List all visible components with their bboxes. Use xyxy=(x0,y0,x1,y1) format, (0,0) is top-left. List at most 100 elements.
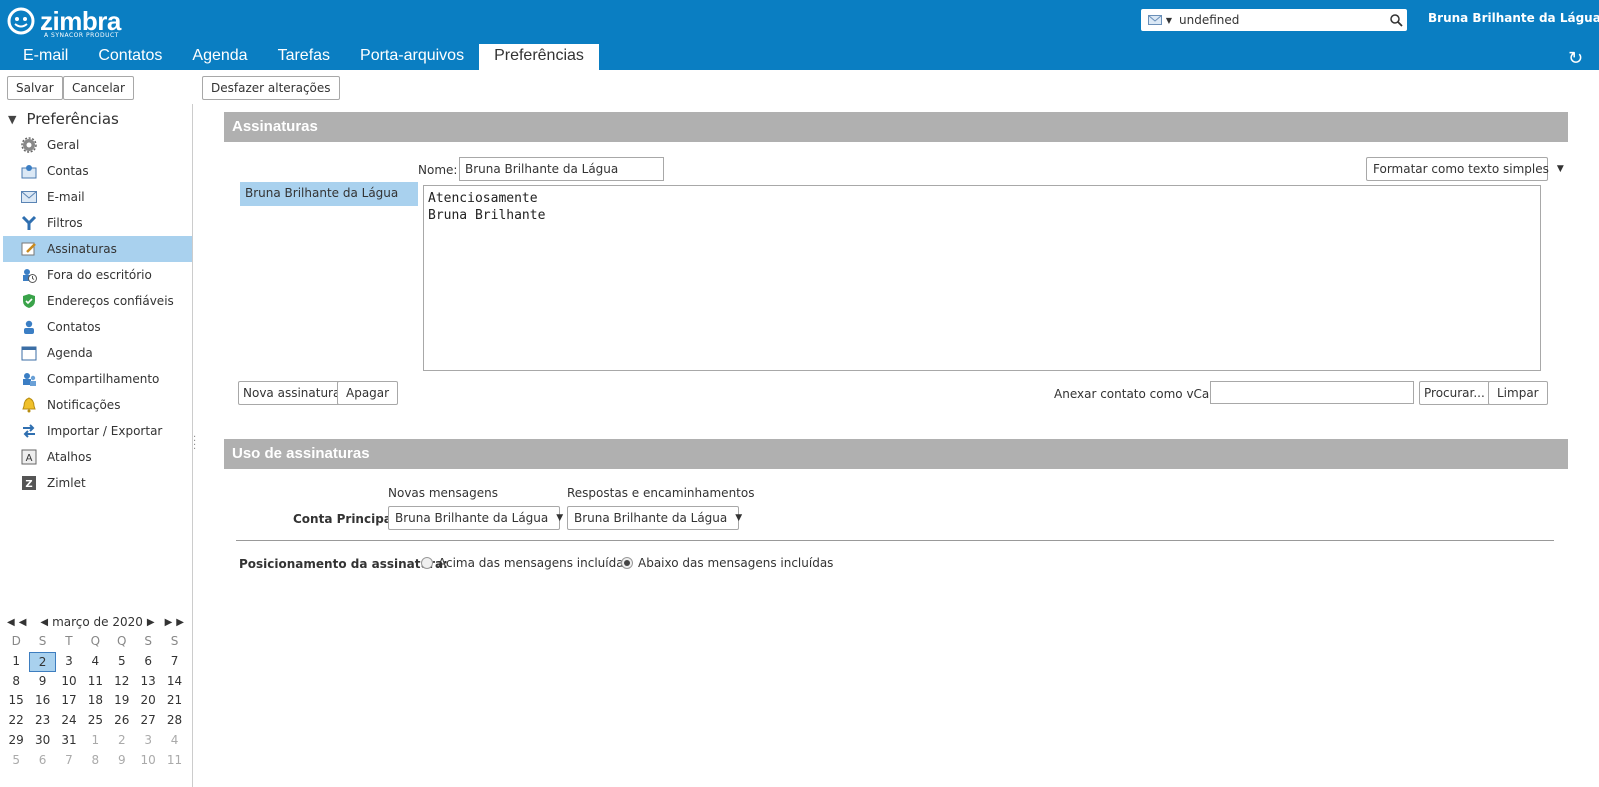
calendar-day[interactable]: 17 xyxy=(56,691,82,711)
calendar-day[interactable]: 21 xyxy=(161,691,187,711)
calendar-day[interactable]: 10 xyxy=(56,672,82,692)
calendar-day[interactable]: 18 xyxy=(82,691,108,711)
calendar-day-other-month[interactable]: 9 xyxy=(109,751,135,771)
tab-email[interactable]: E-mail xyxy=(8,44,83,70)
radio-button-off[interactable] xyxy=(421,557,433,569)
calendar-day-other-month[interactable]: 7 xyxy=(56,751,82,771)
search-input[interactable] xyxy=(1179,10,1385,30)
calendar-day[interactable]: 3 xyxy=(56,652,82,672)
sidebar-item-filters[interactable]: Filtros xyxy=(3,210,192,236)
clear-button[interactable]: Limpar xyxy=(1488,381,1548,405)
search-button[interactable] xyxy=(1385,13,1407,27)
radio-button-on[interactable] xyxy=(621,557,633,569)
calendar-day-other-month[interactable]: 5 xyxy=(3,751,29,771)
calendar-day[interactable]: 30 xyxy=(29,731,55,751)
sidebar-item-import-export[interactable]: Importar / Exportar xyxy=(3,418,192,444)
svg-text:Z: Z xyxy=(25,479,32,490)
calendar-day[interactable]: 4 xyxy=(82,652,108,672)
preferences-tree-root[interactable]: ▼ Preferências xyxy=(8,110,119,128)
day-of-week-label: S xyxy=(144,634,152,648)
calendar-day[interactable]: 29 xyxy=(3,731,29,751)
calendar-day[interactable]: 6 xyxy=(135,652,161,672)
sidebar-item-contacts[interactable]: Contatos xyxy=(3,314,192,340)
sidebar-item-sharing[interactable]: Compartilhamento xyxy=(3,366,192,392)
top-bar: zimbra A SYNACOR PRODUCT ▼ Bruna Brilhan… xyxy=(0,0,1599,70)
delete-signature-button[interactable]: Apagar xyxy=(337,381,399,405)
save-button[interactable]: Salvar xyxy=(7,76,63,100)
resize-handle[interactable]: · · · · xyxy=(193,433,196,455)
calendar-day[interactable]: 22 xyxy=(3,711,29,731)
calendar-day-other-month[interactable]: 10 xyxy=(135,751,161,771)
position-below-label: Abaixo das mensagens incluídas xyxy=(638,556,834,570)
calendar-day[interactable]: 15 xyxy=(3,691,29,711)
calendar-day[interactable]: 13 xyxy=(135,672,161,692)
format-select[interactable]: Formatar como texto simples ▼ xyxy=(1366,157,1564,181)
sidebar-item-zimlet[interactable]: Z Zimlet xyxy=(3,470,192,496)
cancel-button[interactable]: Cancelar xyxy=(63,76,134,100)
user-menu[interactable]: Bruna Brilhante da Lágua▼ xyxy=(1428,11,1599,25)
signature-text-editor[interactable]: Atenciosamente Bruna Brilhante xyxy=(423,185,1541,371)
refresh-icon[interactable]: ↻ xyxy=(1568,48,1583,69)
sidebar-item-email[interactable]: E-mail xyxy=(3,184,192,210)
signature-name-input[interactable] xyxy=(459,157,664,181)
tab-preferences[interactable]: Preferências xyxy=(479,44,599,70)
tab-briefcase[interactable]: Porta-arquivos xyxy=(345,44,479,70)
calendar-day-other-month[interactable]: 6 xyxy=(29,751,55,771)
search-type-selector[interactable]: ▼ xyxy=(1141,15,1179,25)
sidebar-item-trusted-addresses[interactable]: Endereços confiáveis xyxy=(3,288,192,314)
calendar-day-other-month[interactable]: 4 xyxy=(161,731,187,751)
position-above-radio[interactable]: Acima das mensagens incluídas xyxy=(421,556,630,570)
new-signature-button[interactable]: Nova assinatura xyxy=(238,381,346,405)
calendar-day[interactable]: 12 xyxy=(109,672,135,692)
undo-changes-button[interactable]: Desfazer alterações xyxy=(202,76,340,100)
tab-calendar[interactable]: Agenda xyxy=(177,44,262,70)
calendar-day[interactable]: 9 xyxy=(29,672,55,692)
calendar-day[interactable]: 11 xyxy=(82,672,108,692)
position-below-radio[interactable]: Abaixo das mensagens incluídas xyxy=(621,556,833,570)
calendar-day[interactable]: 31 xyxy=(56,731,82,751)
tab-tasks[interactable]: Tarefas xyxy=(263,44,345,70)
calendar-day[interactable]: 27 xyxy=(135,711,161,731)
new-messages-signature-select[interactable]: Bruna Brilhante da Lágua ▼ xyxy=(388,506,563,530)
zimbra-logo[interactable]: zimbra A SYNACOR PRODUCT xyxy=(6,6,121,39)
out-of-office-icon xyxy=(20,266,38,284)
prev-month-icon[interactable]: ◀ xyxy=(40,617,48,628)
sidebar-item-out-of-office[interactable]: Fora do escritório xyxy=(3,262,192,288)
tab-contacts[interactable]: Contatos xyxy=(83,44,177,70)
calendar-day-other-month[interactable]: 8 xyxy=(82,751,108,771)
sidebar-item-notifications[interactable]: Notificações xyxy=(3,392,192,418)
calendar-day-other-month[interactable]: 2 xyxy=(109,731,135,751)
calendar-day[interactable]: 14 xyxy=(161,672,187,692)
next-year-icon[interactable]: ▶▶ xyxy=(165,617,188,628)
sidebar-item-general[interactable]: Geral xyxy=(3,132,192,158)
calendar-day[interactable]: 19 xyxy=(109,691,135,711)
calendar-day[interactable]: 7 xyxy=(161,652,187,672)
vcard-input[interactable] xyxy=(1210,381,1414,404)
calendar-day-selected[interactable]: 2 xyxy=(29,651,56,672)
calendar-day[interactable]: 25 xyxy=(82,711,108,731)
calendar-month-title[interactable]: março de 2020 xyxy=(52,615,143,629)
calendar-day[interactable]: 16 xyxy=(29,691,55,711)
calendar-day-other-month[interactable]: 1 xyxy=(82,731,108,751)
calendar-nav-next: ▶ ▶▶ xyxy=(147,617,188,628)
sidebar-item-calendar[interactable]: Agenda xyxy=(3,340,192,366)
calendar-day[interactable]: 24 xyxy=(56,711,82,731)
sidebar-item-shortcuts[interactable]: A Atalhos xyxy=(3,444,192,470)
calendar-day-other-month[interactable]: 11 xyxy=(161,751,187,771)
calendar-day[interactable]: 26 xyxy=(109,711,135,731)
calendar-day[interactable]: 23 xyxy=(29,711,55,731)
calendar-day[interactable]: 20 xyxy=(135,691,161,711)
browse-button[interactable]: Procurar... xyxy=(1419,381,1490,405)
calendar-day[interactable]: 1 xyxy=(3,652,29,672)
next-month-icon[interactable]: ▶ xyxy=(147,617,155,628)
sidebar-item-accounts[interactable]: Contas xyxy=(3,158,192,184)
calendar-day-other-month[interactable]: 3 xyxy=(135,731,161,751)
collapse-triangle-icon[interactable]: ▼ xyxy=(8,113,16,126)
reply-signature-select[interactable]: Bruna Brilhante da Lágua ▼ xyxy=(567,506,742,530)
signature-list-item[interactable]: Bruna Brilhante da Lágua xyxy=(240,182,418,206)
calendar-day[interactable]: 5 xyxy=(109,652,135,672)
prev-year-icon[interactable]: ◀◀ xyxy=(7,617,30,628)
sidebar-item-signatures[interactable]: Assinaturas xyxy=(3,236,192,262)
calendar-day[interactable]: 8 xyxy=(3,672,29,692)
calendar-day[interactable]: 28 xyxy=(161,711,187,731)
